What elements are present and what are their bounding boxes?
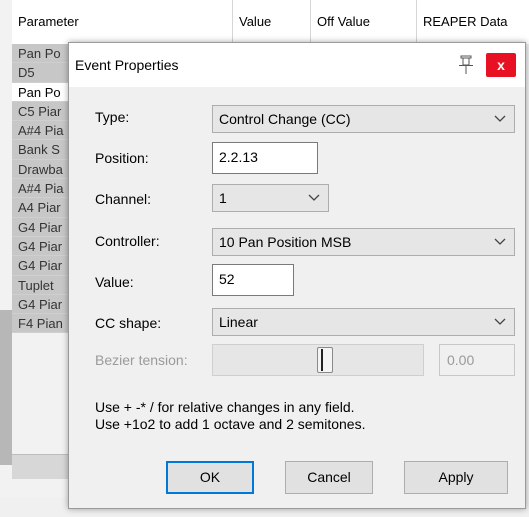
position-field[interactable]: 2.2.13 <box>212 142 318 174</box>
chevron-down-icon <box>308 194 320 201</box>
value-field[interactable]: 52 <box>212 264 294 296</box>
table-header: Parameter Value Off Value REAPER Data <box>12 0 529 45</box>
column-header-off-value[interactable]: Off Value <box>311 0 417 44</box>
type-label: Type: <box>95 109 130 125</box>
controller-select[interactable]: 10 Pan Position MSB <box>212 228 515 256</box>
bezier-tension-label: Bezier tension: <box>95 352 188 368</box>
position-label: Position: <box>95 150 149 166</box>
ok-button[interactable]: OK <box>166 461 254 494</box>
channel-select[interactable]: 1 <box>212 184 329 212</box>
left-edge-strip <box>0 310 12 465</box>
dialog-titlebar[interactable]: Event Properties x <box>69 43 525 87</box>
slider-handle[interactable] <box>317 347 333 373</box>
close-icon: x <box>497 57 505 73</box>
cc-shape-label: CC shape: <box>95 315 162 331</box>
chevron-down-icon <box>494 238 506 245</box>
channel-select-value: 1 <box>219 190 227 206</box>
dialog-title: Event Properties <box>75 57 179 73</box>
type-select-value: Control Change (CC) <box>219 111 351 127</box>
pin-icon[interactable] <box>457 55 475 75</box>
bezier-tension-field: 0.00 <box>439 344 515 376</box>
type-select[interactable]: Control Change (CC) <box>212 105 515 133</box>
apply-button[interactable]: Apply <box>404 461 508 494</box>
chevron-down-icon <box>494 115 506 122</box>
close-button[interactable]: x <box>486 53 516 77</box>
column-header-parameter[interactable]: Parameter <box>12 0 233 44</box>
hint-text: Use + -* / for relative changes in any f… <box>95 399 355 415</box>
chevron-down-icon <box>494 318 506 325</box>
cancel-button[interactable]: Cancel <box>285 461 373 494</box>
controller-select-value: 10 Pan Position MSB <box>219 234 352 250</box>
channel-label: Channel: <box>95 191 152 207</box>
column-header-value[interactable]: Value <box>233 0 311 44</box>
event-properties-dialog: Event Properties x Type: Control Change … <box>68 42 526 509</box>
controller-label: Controller: <box>95 233 160 249</box>
column-header-reaper-data[interactable]: REAPER Data <box>417 0 529 44</box>
hint-text: Use +1o2 to add 1 octave and 2 semitones… <box>95 416 366 432</box>
slider-handle-line <box>321 349 323 371</box>
value-label: Value: <box>95 274 134 290</box>
cc-shape-select-value: Linear <box>219 314 258 330</box>
cc-shape-select[interactable]: Linear <box>212 308 515 336</box>
